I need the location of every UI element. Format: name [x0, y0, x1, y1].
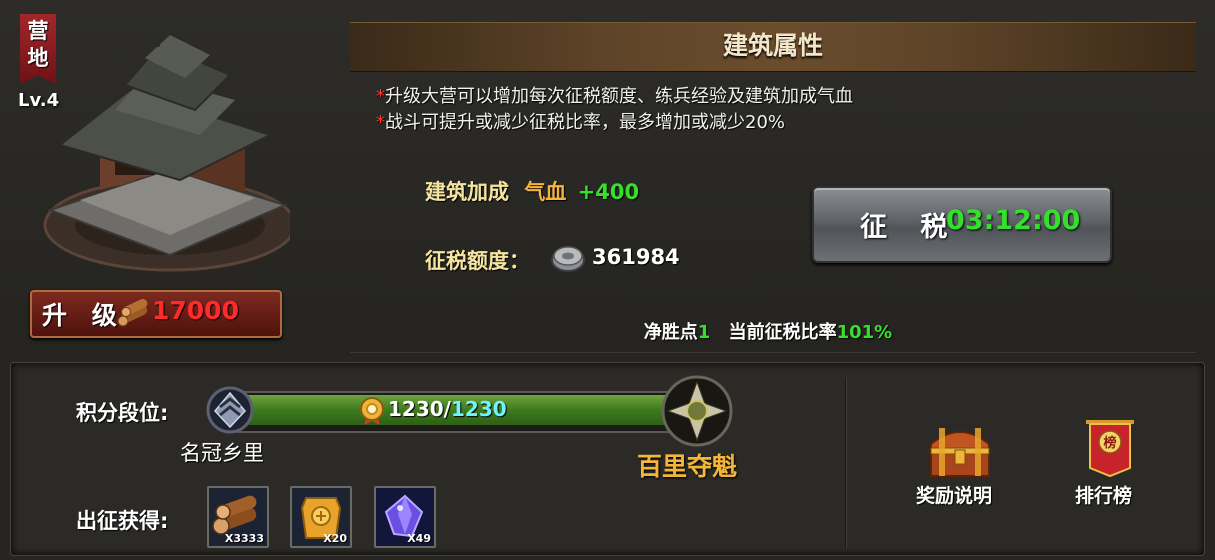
properties-title: 建筑属性 [722, 31, 823, 60]
treasure-chest-icon[interactable] [925, 422, 995, 480]
upgrade-cost: 17000 [152, 296, 239, 325]
description-text: 升级大营可以增加每次征税额度、练兵经验及建筑加成气血 [385, 86, 853, 107]
next-rank-name: 百里夺魁 [637, 452, 738, 481]
current-rank-name: 名冠乡里 [180, 441, 264, 465]
tax-rate-value: 101% [836, 322, 893, 343]
net-wins-label: 净胜点 [643, 322, 698, 343]
rank-points-current: 1230 [388, 397, 444, 421]
building-type-label: 营地 [27, 19, 49, 70]
tax-button-label: 征 税 [860, 212, 960, 243]
reward-item-count: X49 [407, 532, 431, 545]
rank-label: 积分段位: [76, 401, 169, 425]
svg-text:榜: 榜 [1103, 435, 1116, 451]
description-text: 战斗可提升或减少征税比率，最多增加或减少20% [385, 112, 786, 133]
tax-amount-label: 征税额度： [425, 249, 530, 273]
tax-rate-row: 净胜点1 当前征税比率101% [600, 318, 936, 344]
bonus-value: +400 [577, 180, 640, 204]
rank-points-separator: / [443, 397, 451, 421]
building-level: Lv.4 [18, 90, 60, 111]
medal-icon [360, 397, 384, 425]
silver-coin-icon [551, 246, 585, 272]
expedition-rewards-label: 出征获得: [76, 509, 169, 533]
tax-amount-row: 征税额度： [425, 245, 530, 275]
next-rank-emblem-icon [661, 375, 733, 447]
rank-points-max: 1230 [450, 397, 507, 421]
banner-flag-icon[interactable]: 榜 [1080, 414, 1140, 480]
description-line: *战斗可提升或减少征税比率，最多增加或减少20% [376, 112, 786, 133]
building-bonus-row: 建筑加成 气血 +400 [425, 176, 639, 206]
reward-item-slot[interactable]: X49 [374, 486, 436, 548]
net-wins-value: 1 [697, 322, 711, 343]
upgrade-button-label: 升 级 [42, 301, 125, 330]
section-divider [350, 352, 1196, 353]
rewards-info-button[interactable]: 奖励说明 [916, 481, 992, 508]
current-rank-emblem-icon [206, 386, 254, 434]
description-line: *升级大营可以增加每次征税额度、练兵经验及建筑加成气血 [376, 86, 853, 107]
tax-cooldown-timer: 03:12:00 [946, 205, 1081, 236]
wood-logs-icon [117, 298, 148, 327]
building-image[interactable] [20, 20, 290, 280]
reward-item-slot[interactable]: X20 [290, 486, 352, 548]
reward-item-slot[interactable]: X3333 [207, 486, 269, 548]
bonus-label: 建筑加成 [425, 180, 509, 204]
panel-separator [845, 378, 846, 548]
tax-amount-value: 361984 [592, 245, 680, 269]
bonus-stat: 气血 [524, 180, 567, 204]
reward-item-count: X3333 [224, 532, 264, 545]
tax-rate-label: 当前征税比率 [728, 322, 837, 343]
rank-progress-text: 1230/1230 [388, 397, 507, 421]
reward-item-count: X20 [323, 532, 347, 545]
ranking-button[interactable]: 排行榜 [1075, 481, 1132, 508]
